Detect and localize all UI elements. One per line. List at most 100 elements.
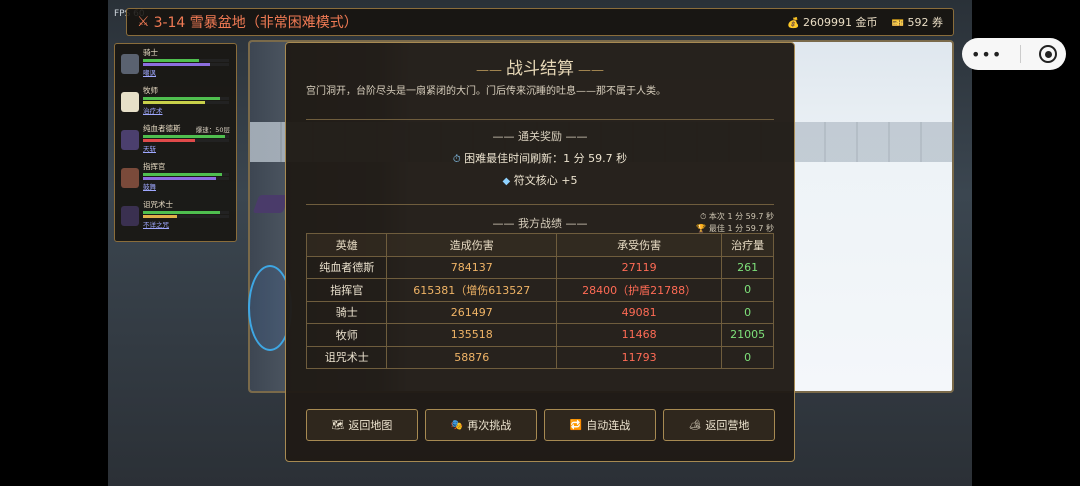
hp-bar (143, 135, 229, 138)
hero-name: 指挥官 (305, 278, 388, 302)
map-icon: 🗺 (331, 419, 345, 431)
button-label: 再次挑战 (467, 419, 512, 432)
warlock-icon (121, 206, 139, 226)
party-member[interactable]: 牧师 治疗术 (119, 86, 232, 124)
clock-icon: ⏱ (700, 212, 707, 221)
button-label: 返回地图 (348, 419, 393, 432)
healing: 0 (721, 300, 774, 324)
best-time: 🏆 最佳 1 分 59.7 秒 (696, 223, 774, 235)
table-header-row: 英雄 造成伤害 承受伤害 治疗量 (305, 233, 774, 257)
mp-bar (143, 215, 229, 218)
column-header: 治疗量 (721, 233, 774, 257)
party-member[interactable]: 纯血者德斯 爆速：50层 天斩 (119, 124, 232, 162)
healing: 0 (721, 345, 774, 369)
member-mode: 爆速：50层 (195, 126, 230, 134)
reward-time: ⏱ 困难最佳时间刷新：1 分 59.7 秒 (306, 150, 774, 166)
money-bag-icon: 💰 (787, 18, 800, 29)
member-name: 骑士 (143, 48, 158, 57)
ticket-amount: 592 券 (907, 16, 944, 29)
mp-bar (143, 101, 229, 104)
member-skill[interactable]: 不详之咒 (143, 219, 232, 229)
modal-title-text: 战斗结算 (506, 59, 574, 79)
return-map-button[interactable]: 🗺 返回地图 (306, 409, 418, 441)
damage-taken: 49081 (555, 300, 723, 324)
mp-bar (143, 63, 229, 66)
vampire-icon (121, 130, 139, 150)
member-skill[interactable]: 嘲讽 (143, 67, 232, 77)
battle-result-modal: —— 战斗结算 —— 宫门洞开，台阶尽头是一扇紧闭的大门。门后传来沉睡的吐息——那不… (285, 42, 795, 462)
column-header: 承受伤害 (555, 233, 723, 257)
auto-battle-button[interactable]: 🔁 自动连战 (544, 409, 656, 441)
capsule-divider (1020, 45, 1022, 63)
reward-header-text: 通关奖励 (518, 130, 562, 143)
table-row: 牧师 135518 11468 21005 (305, 323, 774, 347)
button-label: 返回营地 (705, 419, 750, 432)
modal-title: —— 战斗结算 —— (306, 54, 774, 79)
header-ornament: —— (492, 217, 515, 230)
ticket-display: 🎫 592 券 (892, 14, 943, 30)
priest-icon (121, 92, 139, 112)
commander-icon (121, 168, 139, 188)
swords-icon: ⚔ (137, 14, 150, 30)
hp-bar (143, 97, 229, 100)
button-label: 自动连战 (586, 419, 631, 432)
party-panel: 骑士 嘲讽 牧师 治疗术 纯血者德斯 爆速：50层 天斩 指挥官 鼓舞 诅咒术士… (114, 43, 237, 242)
modal-description: 宫门洞开，台阶尽头是一扇紧闭的大门。门后传来沉睡的吐息——那不属于人类。 (306, 86, 666, 97)
this-time: ⏱ 本次 1 分 59.7 秒 (696, 211, 774, 223)
divider (306, 204, 774, 205)
miniprogram-capsule: ••• (962, 38, 1066, 70)
hp-bar (143, 173, 229, 176)
mp-bar (143, 139, 229, 142)
reward-item: ◆ 符文核心 +5 (306, 172, 774, 188)
header-ornament: —— (565, 130, 588, 143)
party-member[interactable]: 诅咒术士 不详之咒 (119, 200, 232, 238)
close-target-icon[interactable] (1039, 45, 1058, 63)
auto-icon: 🔁 (569, 419, 583, 431)
divider (306, 119, 774, 120)
stats-table: 英雄 造成伤害 承受伤害 治疗量 纯血者德斯 784137 27119 261 … (305, 233, 774, 369)
best-time-text: 最佳 1 分 59.7 秒 (708, 224, 774, 233)
damage-taken: 11468 (555, 323, 723, 347)
party-member[interactable]: 指挥官 鼓舞 (119, 162, 232, 200)
reward-header: —— 通关奖励 —— (306, 128, 774, 144)
hero-name: 纯血者德斯 (305, 255, 388, 279)
column-header: 英雄 (305, 233, 388, 257)
trophy-icon: 🏆 (696, 224, 707, 233)
member-name: 牧师 (143, 86, 158, 95)
member-name: 诅咒术士 (143, 200, 173, 209)
damage-dealt: 135518 (386, 323, 557, 347)
title-ornament-left: —— (476, 63, 502, 78)
knight-icon (121, 54, 139, 74)
title-ornament-right: —— (578, 63, 604, 78)
rune-icon: ◆ (502, 176, 511, 187)
party-member[interactable]: 骑士 嘲讽 (119, 48, 232, 86)
more-icon[interactable]: ••• (971, 45, 1002, 64)
hp-bar (143, 59, 229, 62)
column-header: 造成伤害 (386, 233, 557, 257)
damage-dealt: 261497 (386, 300, 557, 324)
ticket-icon: 🎫 (891, 18, 904, 29)
mp-bar (143, 177, 229, 180)
stage-name: 3-14 雪暴盆地（非常困难模式） (153, 15, 358, 31)
damage-dealt: 615381（增伤613527 (386, 278, 557, 302)
gold-display: 💰 2609991 金币 (787, 14, 877, 30)
table-row: 诅咒术士 58876 11793 0 (305, 345, 774, 369)
table-row: 指挥官 615381（增伤613527 28400（护盾21788） 0 (305, 278, 774, 302)
gold-amount: 2609991 金币 (803, 16, 878, 29)
retry-button[interactable]: 🎭 再次挑战 (425, 409, 537, 441)
member-skill[interactable]: 鼓舞 (143, 181, 232, 191)
stage-title: ⚔ 3-14 雪暴盆地（非常困难模式） (137, 12, 358, 32)
header-ornament: —— (492, 130, 515, 143)
healing: 261 (721, 255, 774, 279)
damage-taken: 28400（护盾21788） (555, 278, 723, 302)
damage-taken: 11793 (555, 345, 723, 369)
camp-icon: 🏕 (688, 419, 702, 431)
healing: 0 (721, 278, 774, 302)
damage-taken: 27119 (555, 255, 723, 279)
return-camp-button[interactable]: 🏕 返回营地 (663, 409, 775, 441)
retry-icon: 🎭 (450, 419, 464, 431)
member-skill[interactable]: 天斩 (143, 143, 232, 153)
action-buttons: 🗺 返回地图 🎭 再次挑战 🔁 自动连战 🏕 返回营地 (306, 409, 775, 441)
member-skill[interactable]: 治疗术 (143, 105, 232, 115)
clock-icon: ⏱ (452, 154, 461, 165)
